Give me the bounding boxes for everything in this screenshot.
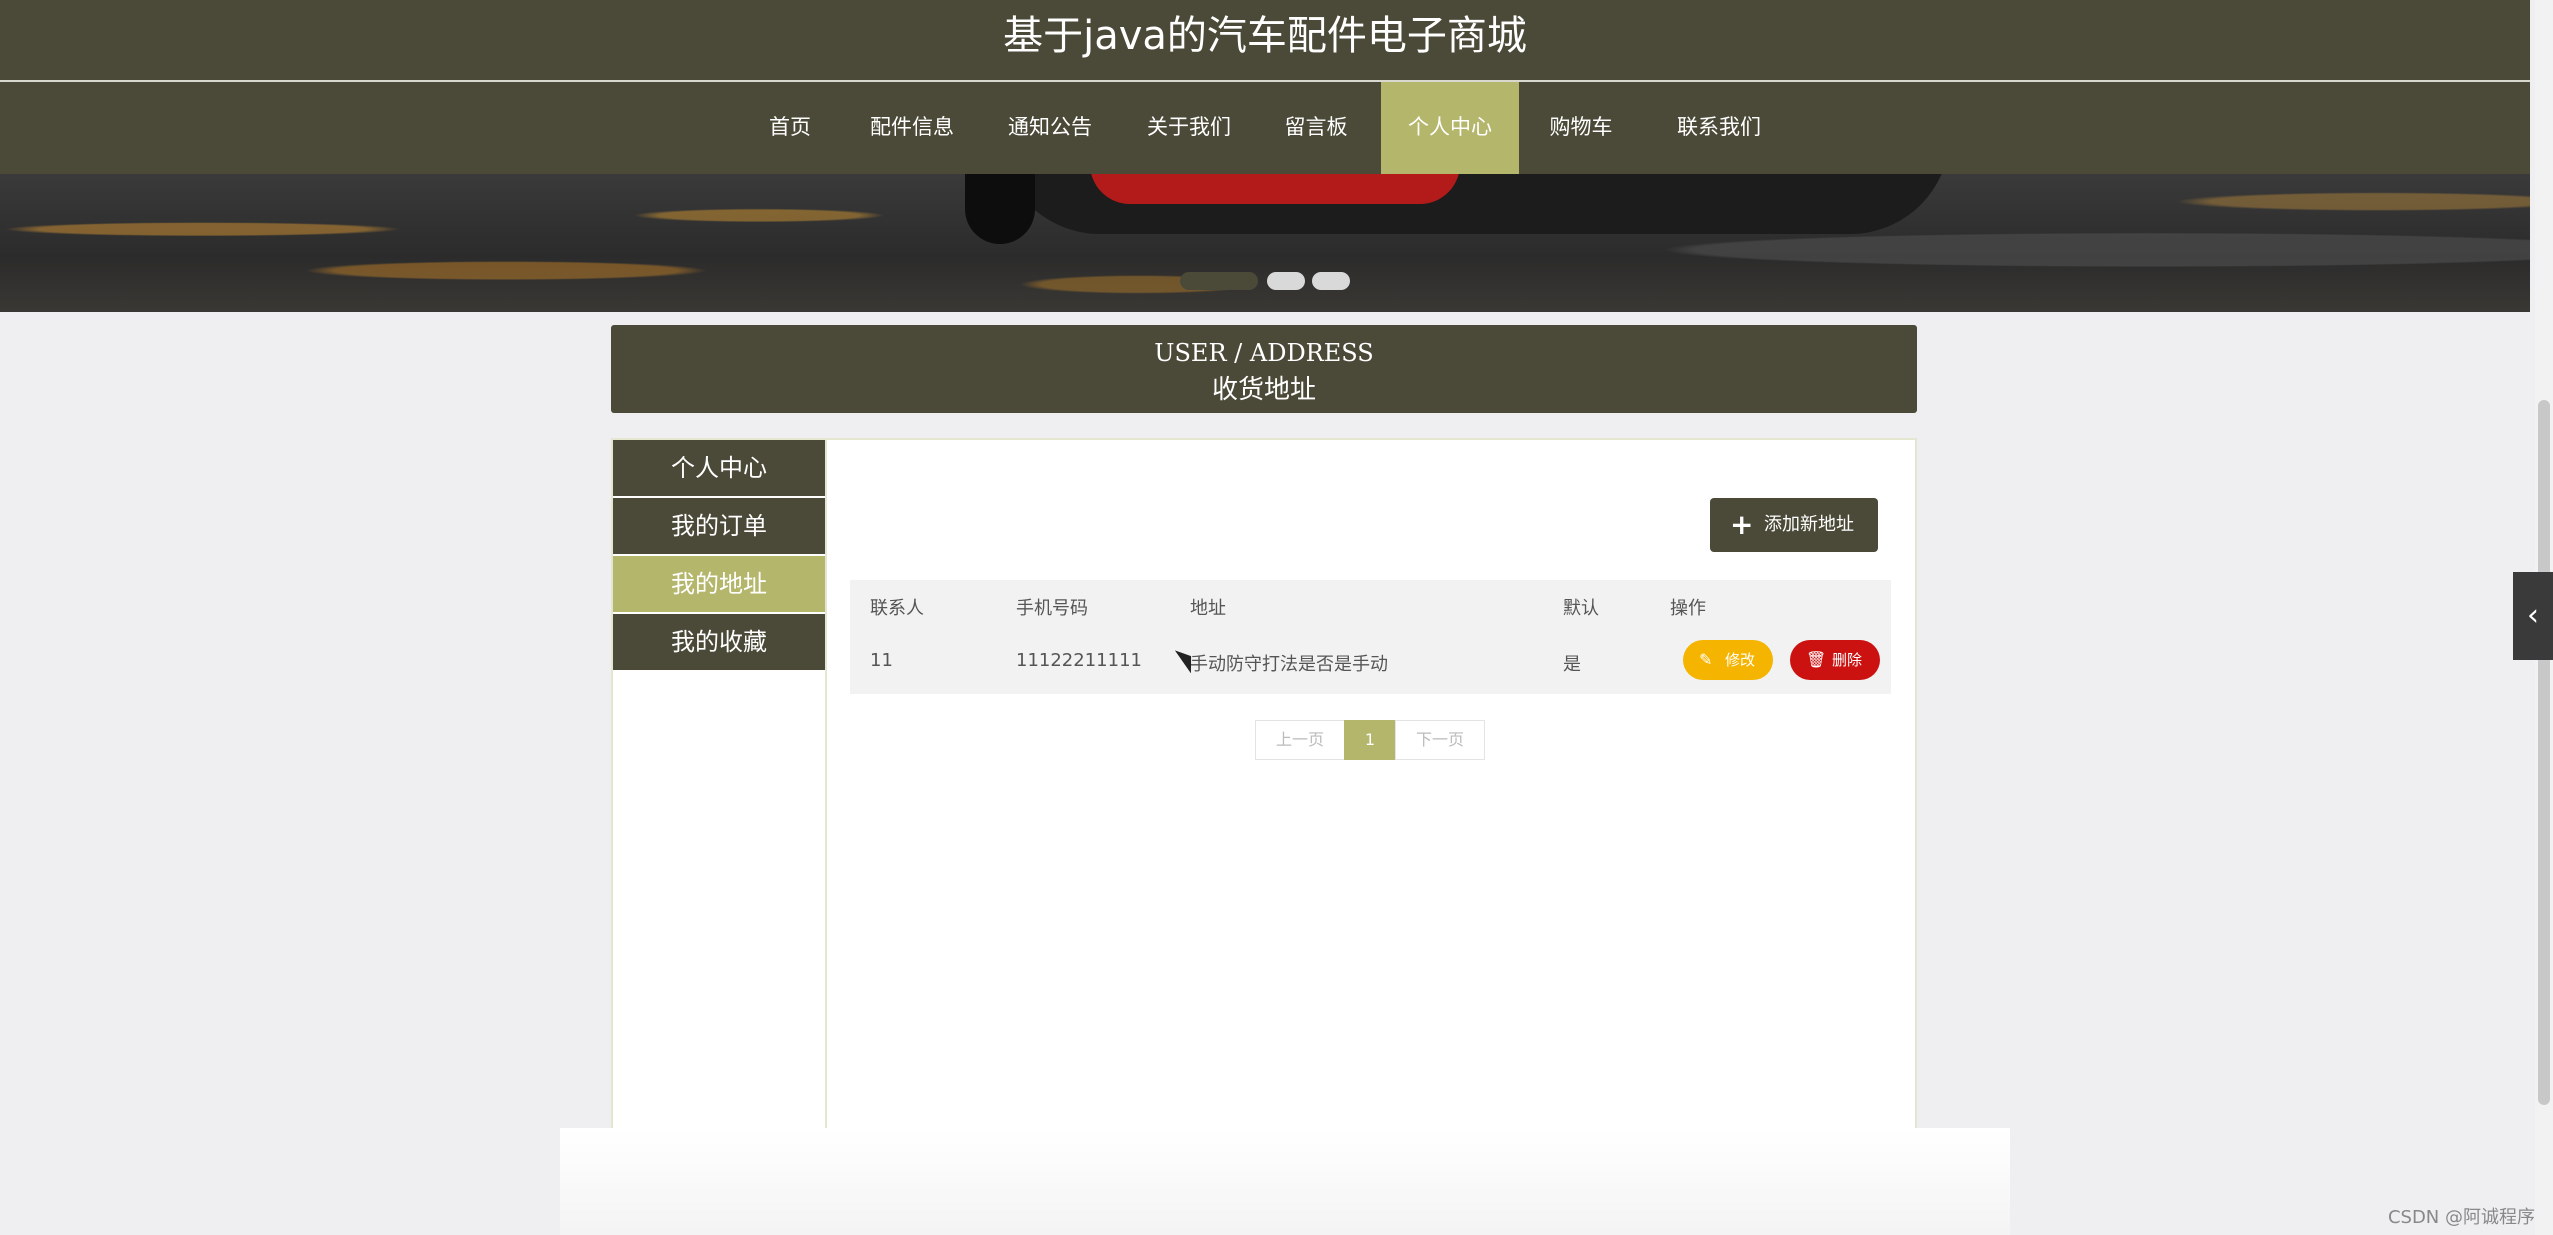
main-nav: 首页 配件信息 通知公告 关于我们 留言板 个人中心 购物车 联系我们 <box>0 82 2530 174</box>
site-header: 基于java的汽车配件电子商城 首页 配件信息 通知公告 关于我们 留言板 个人… <box>0 0 2530 174</box>
content-card: 个人中心 我的订单 我的地址 我的收藏 + 添加新地址 联系人 手机号码 地址 … <box>611 438 1917 1128</box>
pencil-icon: ✎ <box>1699 650 1713 669</box>
site-title: 基于java的汽车配件电子商城 <box>1003 13 1527 59</box>
carousel-dot-3[interactable] <box>1312 272 1350 290</box>
delete-label: 删除 <box>1832 651 1863 669</box>
side-panel-toggle[interactable]: ‹ <box>2513 572 2553 660</box>
nav-item-contact[interactable]: 联系我们 <box>1667 82 1771 174</box>
cell-contact: 11 <box>870 650 893 671</box>
col-header-actions: 操作 <box>1670 598 1706 619</box>
nav-item-user-center[interactable]: 个人中心 <box>1381 82 1519 174</box>
pager-page-1[interactable]: 1 <box>1344 720 1396 760</box>
plus-icon: + <box>1730 508 1754 541</box>
address-table: 联系人 手机号码 地址 默认 操作 11 11122211111 手动防守打法是… <box>850 580 1891 694</box>
cell-address: 手动防守打法是否是手动 <box>1190 654 1388 675</box>
carousel-dot-1[interactable] <box>1180 272 1258 290</box>
page-heading-zh: 收货地址 <box>1211 375 1316 405</box>
trash-icon: 🗑 <box>1806 650 1827 669</box>
cell-phone: 11122211111 <box>1016 650 1142 671</box>
carousel-dot-2[interactable] <box>1267 272 1305 290</box>
nav-item-about[interactable]: 关于我们 <box>1137 82 1241 174</box>
nav-item-home[interactable]: 首页 <box>759 82 821 174</box>
edit-address-button[interactable]: ✎ 修改 <box>1683 640 1773 680</box>
delete-address-button[interactable]: 🗑 删除 <box>1790 640 1880 680</box>
side-menu: 个人中心 我的订单 我的地址 我的收藏 <box>613 440 827 1128</box>
nav-item-parts[interactable]: 配件信息 <box>860 82 964 174</box>
side-item-address[interactable]: 我的地址 <box>613 556 825 612</box>
pager-next[interactable]: 下一页 <box>1395 720 1485 760</box>
carousel-dots <box>0 272 2530 292</box>
pager-prev[interactable]: 上一页 <box>1255 720 1345 760</box>
pagination: 上一页 1 下一页 <box>1255 720 1485 760</box>
side-item-orders[interactable]: 我的订单 <box>613 498 825 554</box>
nav-item-cart[interactable]: 购物车 <box>1540 82 1622 174</box>
bottom-fade <box>560 1128 2010 1235</box>
add-address-button[interactable]: + 添加新地址 <box>1710 498 1878 552</box>
page-heading: USER / ADDRESS 收货地址 <box>611 325 1917 413</box>
col-header-default: 默认 <box>1563 598 1599 619</box>
watermark: CSDN @阿诚程序 <box>2387 1207 2535 1228</box>
side-item-user-center[interactable]: 个人中心 <box>613 440 825 496</box>
nav-item-messages[interactable]: 留言板 <box>1275 82 1357 174</box>
add-address-label: 添加新地址 <box>1764 514 1854 535</box>
col-header-contact: 联系人 <box>870 598 924 619</box>
scroll-thumb[interactable] <box>2538 400 2550 1105</box>
page-heading-en: USER / ADDRESS <box>1154 339 1374 367</box>
banner-carousel <box>0 174 2530 312</box>
banner-car-wheel <box>965 174 1035 244</box>
cell-default: 是 <box>1563 654 1581 675</box>
edit-label: 修改 <box>1725 651 1756 669</box>
side-item-favorites[interactable]: 我的收藏 <box>613 614 825 670</box>
chevron-left-icon: ‹ <box>2527 598 2539 633</box>
col-header-phone: 手机号码 <box>1016 598 1088 619</box>
col-header-address: 地址 <box>1190 598 1226 619</box>
banner-car-accent <box>1090 174 1460 204</box>
nav-item-notices[interactable]: 通知公告 <box>998 82 1102 174</box>
